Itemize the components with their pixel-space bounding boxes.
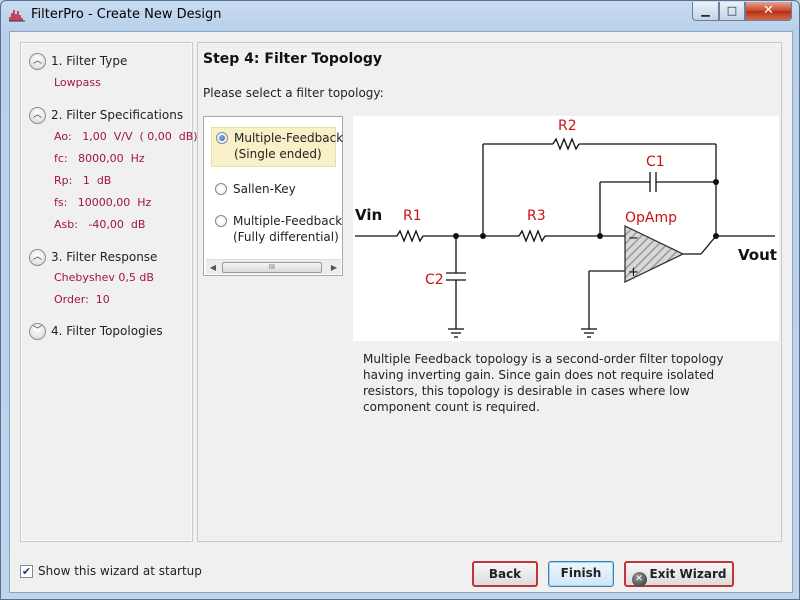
title-bar[interactable]: FilterPro - Create New Design ▁ □ ✕ bbox=[1, 1, 799, 29]
minimize-icon: ▁ bbox=[701, 4, 710, 17]
response-type-value: Chebyshev 0,5 dB bbox=[54, 271, 154, 284]
show-wizard-label: Show this wizard at startup bbox=[38, 564, 202, 578]
exit-icon: ✕ bbox=[631, 572, 647, 587]
maximize-icon: □ bbox=[726, 4, 738, 17]
wizard-body: ︿ 1. Filter Type Lowpass ︿ 2. Filter Spe… bbox=[9, 31, 793, 593]
topology-schematic: Vin Vout R1 R2 R3 C1 C2 OpAmp − + bbox=[353, 116, 779, 341]
collapse-chevron-icon[interactable]: ︿ bbox=[29, 249, 46, 266]
step-title[interactable]: 2. Filter Specifications bbox=[51, 108, 183, 122]
exit-wizard-button[interactable]: ✕ Exit Wizard bbox=[624, 561, 734, 587]
topology-option-mfb-single[interactable]: Multiple-Feedback (Single ended) bbox=[211, 127, 343, 167]
step-title[interactable]: 4. Filter Topologies bbox=[51, 324, 163, 338]
radio-button[interactable] bbox=[216, 132, 228, 144]
step-title[interactable]: 3. Filter Response bbox=[51, 250, 157, 264]
exit-wizard-label: Exit Wizard bbox=[649, 567, 727, 581]
topology-list: Multiple-Feedback (Single ended) Sallen-… bbox=[203, 116, 343, 276]
vout-label: Vout bbox=[738, 246, 777, 264]
plus-sign: + bbox=[628, 265, 639, 280]
minus-sign: − bbox=[628, 231, 639, 246]
vin-label: Vin bbox=[355, 206, 382, 224]
c1-label: C1 bbox=[646, 154, 665, 170]
topology-option-mfb-differential[interactable]: Multiple-Feedback (Fully differential) bbox=[211, 211, 342, 247]
wizard-window: FilterPro - Create New Design ▁ □ ✕ ︿ 1.… bbox=[0, 0, 800, 600]
close-icon: ✕ bbox=[763, 3, 774, 18]
scroll-thumb[interactable]: III bbox=[222, 262, 322, 273]
scroll-right-icon[interactable]: ▶ bbox=[327, 260, 341, 275]
filter-order-value: Order: 10 bbox=[54, 293, 110, 306]
window-title: FilterPro - Create New Design bbox=[31, 7, 222, 22]
c2-label: C2 bbox=[425, 272, 444, 288]
page-title: Step 4: Filter Topology bbox=[203, 51, 383, 67]
show-wizard-checkbox[interactable]: ✔ bbox=[20, 565, 33, 578]
spec-ripple: Rp: 1 dB bbox=[54, 174, 112, 187]
scroll-left-icon[interactable]: ◀ bbox=[206, 260, 220, 275]
step-content-panel: Step 4: Filter Topology Please select a … bbox=[197, 42, 782, 542]
close-button[interactable]: ✕ bbox=[745, 2, 792, 21]
finish-button[interactable]: Finish bbox=[548, 561, 614, 587]
steps-sidebar: ︿ 1. Filter Type Lowpass ︿ 2. Filter Spe… bbox=[20, 42, 198, 542]
topology-prompt: Please select a filter topology: bbox=[203, 86, 384, 100]
spec-gain: Ao: 1,00 V/V ( 0,00 dB) bbox=[54, 130, 198, 143]
spec-cutoff: fc: 8000,00 Hz bbox=[54, 152, 145, 165]
back-button[interactable]: Back bbox=[472, 561, 538, 587]
maximize-button[interactable]: □ bbox=[719, 2, 745, 21]
topology-option-sallen-key[interactable]: Sallen-Key bbox=[211, 179, 336, 199]
collapse-chevron-icon[interactable]: ︿ bbox=[29, 107, 46, 124]
r1-label: R1 bbox=[403, 208, 422, 224]
topology-label: Sallen-Key bbox=[233, 182, 296, 196]
spec-stopband-atten: Asb: -40,00 dB bbox=[54, 218, 146, 231]
spec-stopband-freq: fs: 10000,00 Hz bbox=[54, 196, 152, 209]
filterpro-logo-icon bbox=[9, 10, 25, 22]
filter-type-value: Lowpass bbox=[54, 76, 101, 89]
radio-button[interactable] bbox=[215, 215, 227, 227]
topology-description: Multiple Feedback topology is a second-o… bbox=[363, 352, 724, 414]
horizontal-scrollbar[interactable]: ◀ III ▶ bbox=[206, 259, 341, 274]
minimize-button[interactable]: ▁ bbox=[692, 2, 719, 21]
r2-label: R2 bbox=[558, 118, 577, 134]
collapse-chevron-icon[interactable]: ︿ bbox=[29, 53, 46, 70]
topology-label: Multiple-Feedback (Fully differential) bbox=[233, 214, 343, 244]
r3-label: R3 bbox=[527, 208, 546, 224]
expand-chevron-icon[interactable]: ﹀ bbox=[29, 323, 46, 340]
radio-button[interactable] bbox=[215, 183, 227, 195]
topology-label: Multiple-Feedback (Single ended) bbox=[234, 131, 344, 161]
step-title[interactable]: 1. Filter Type bbox=[51, 54, 127, 68]
opamp-label: OpAmp bbox=[625, 210, 677, 226]
